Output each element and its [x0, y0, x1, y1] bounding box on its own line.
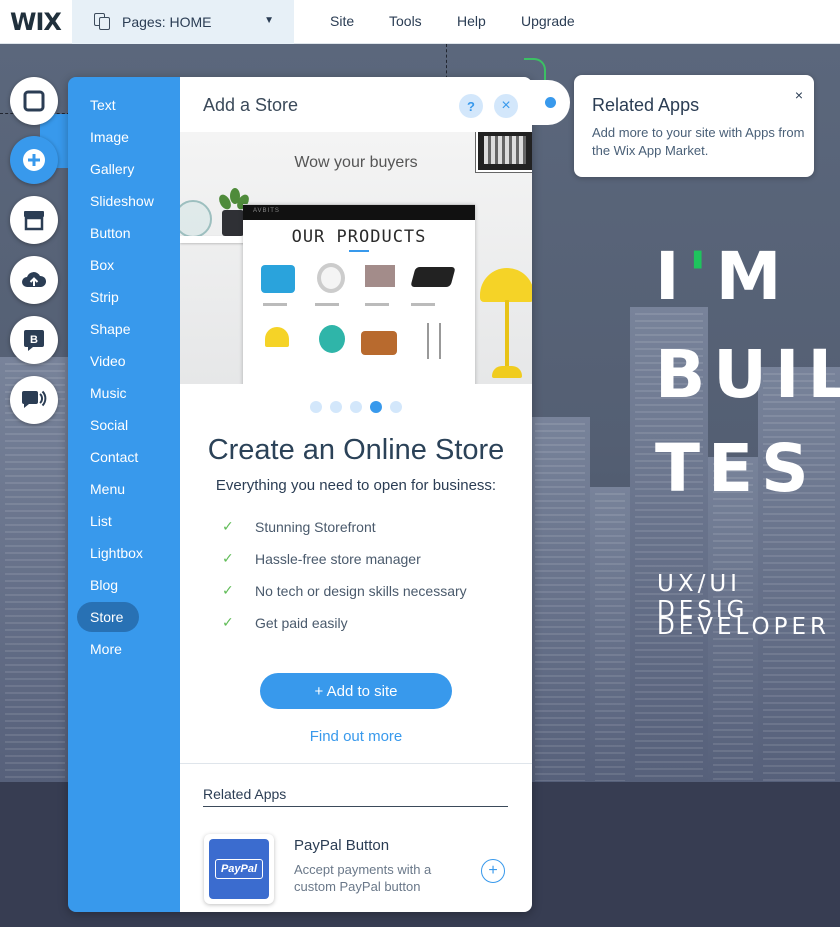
category-text[interactable]: Text — [90, 97, 116, 113]
category-image[interactable]: Image — [90, 129, 129, 145]
plant-pot — [222, 210, 244, 236]
carousel-dot[interactable] — [350, 401, 362, 413]
upload-button[interactable] — [10, 256, 58, 304]
background-button[interactable] — [10, 77, 58, 125]
paypal-logo: PayPal — [214, 859, 264, 879]
help-button[interactable]: ? — [459, 94, 483, 118]
store-subheading: Everything you need to open for business… — [215, 477, 497, 494]
upload-icon — [22, 272, 47, 287]
pages-icon — [94, 13, 112, 31]
related-apps-indicator[interactable] — [545, 97, 556, 108]
store-detail-pane: Add a Store ? × Wow your buyers AVBITS O… — [180, 77, 532, 912]
category-menu[interactable]: Menu — [90, 481, 125, 497]
check-icon: ✓ — [222, 518, 234, 534]
carousel-dot-active[interactable] — [370, 401, 382, 413]
blog-button[interactable]: B — [10, 316, 58, 364]
store-preview-image: Wow your buyers AVBITS OUR PRODUCTS — [180, 132, 532, 384]
panel-title: Add a Store — [203, 95, 299, 115]
divider — [180, 763, 532, 764]
divider — [203, 806, 508, 807]
glass-orb — [180, 200, 212, 238]
check-icon: ✓ — [222, 614, 234, 630]
panel-header: Add a Store ? × — [180, 77, 532, 132]
category-blog[interactable]: Blog — [90, 577, 118, 593]
pages-label: Pages: HOME — [122, 14, 212, 30]
add-panel: Text Image Gallery Slideshow Button Box … — [68, 77, 532, 912]
feature-item: ✓ Get paid easily — [222, 614, 348, 631]
add-button[interactable] — [10, 136, 58, 184]
carousel-dot[interactable] — [310, 401, 322, 413]
wall-photo — [475, 132, 532, 173]
category-social[interactable]: Social — [90, 417, 128, 433]
carousel-dot[interactable] — [330, 401, 342, 413]
chevron-down-icon: ▼ — [264, 15, 274, 26]
menu-upgrade[interactable]: Upgrade — [521, 13, 575, 29]
carousel-dots — [180, 401, 532, 413]
category-more[interactable]: More — [90, 641, 122, 657]
menu-site[interactable]: Site — [330, 13, 354, 29]
close-icon[interactable]: × — [795, 87, 803, 103]
editor-top-bar: WIX Pages: HOME ▼ Site Tools Help Upgrad… — [0, 0, 840, 44]
feature-item: ✓ No tech or design skills necessary — [222, 582, 467, 599]
check-icon: ✓ — [222, 582, 234, 598]
app-description: Accept payments with a custom PayPal but… — [294, 862, 432, 894]
category-button[interactable]: Button — [90, 225, 130, 241]
category-list: Text Image Gallery Slideshow Button Box … — [68, 77, 180, 912]
category-gallery[interactable]: Gallery — [90, 161, 134, 177]
hero-title-line2[interactable]: BUIL — [655, 342, 840, 408]
find-out-more-link[interactable]: Find out more — [180, 728, 532, 745]
store-heading: Create an Online Store — [207, 434, 505, 466]
category-shape[interactable]: Shape — [90, 321, 130, 337]
store-icon — [24, 211, 44, 231]
category-lightbox[interactable]: Lightbox — [90, 545, 143, 561]
menu-tools[interactable]: Tools — [389, 13, 422, 29]
hero-title-line3[interactable]: TES — [655, 436, 817, 502]
my-store-button[interactable] — [10, 196, 58, 244]
close-button[interactable]: × — [494, 94, 518, 118]
feature-item: ✓ Stunning Storefront — [222, 518, 376, 535]
category-contact[interactable]: Contact — [90, 449, 138, 465]
tooltip-text: Add more to your site with Apps from the… — [592, 125, 805, 158]
hero-title-line1[interactable]: I'M — [655, 244, 789, 310]
chat-button[interactable] — [10, 376, 58, 424]
related-apps-tooltip: Related Apps Add more to your site with … — [574, 75, 814, 177]
category-store[interactable]: Store — [90, 609, 123, 625]
feature-item: ✓ Hassle-free store manager — [222, 550, 421, 567]
add-to-site-button[interactable]: + Add to site — [260, 673, 452, 709]
paypal-app-icon[interactable]: PayPal — [204, 834, 274, 904]
related-apps-label: Related Apps — [203, 786, 287, 802]
add-app-button[interactable]: + — [481, 859, 505, 883]
tooltip-title: Related Apps — [592, 95, 700, 115]
mock-title: OUR PRODUCTS — [291, 227, 427, 247]
tooltip-pointer-arrow — [524, 58, 546, 80]
store-mockup: AVBITS OUR PRODUCTS — [243, 204, 475, 384]
mock-brand: AVBITS — [253, 208, 280, 214]
menu-help[interactable]: Help — [457, 13, 486, 29]
app-name[interactable]: PayPal Button — [294, 837, 389, 854]
category-list[interactable]: List — [90, 513, 112, 529]
check-icon: ✓ — [222, 550, 234, 566]
category-slideshow[interactable]: Slideshow — [90, 193, 154, 209]
blog-icon: B — [24, 330, 44, 351]
category-music[interactable]: Music — [90, 385, 127, 401]
yellow-lamp — [480, 268, 532, 302]
category-box[interactable]: Box — [90, 257, 114, 273]
carousel-dot[interactable] — [390, 401, 402, 413]
add-icon — [23, 149, 45, 171]
chat-icon — [22, 390, 47, 408]
pages-dropdown[interactable]: Pages: HOME ▼ — [72, 0, 294, 44]
tooltip-anchor — [518, 80, 570, 125]
background-icon — [23, 90, 45, 112]
svg-text:B: B — [30, 334, 38, 346]
category-strip[interactable]: Strip — [90, 289, 119, 305]
category-video[interactable]: Video — [90, 353, 126, 369]
hero-subtitle-line2[interactable]: DEVELOPER — [657, 614, 830, 640]
wix-logo[interactable]: WIX — [10, 8, 62, 36]
